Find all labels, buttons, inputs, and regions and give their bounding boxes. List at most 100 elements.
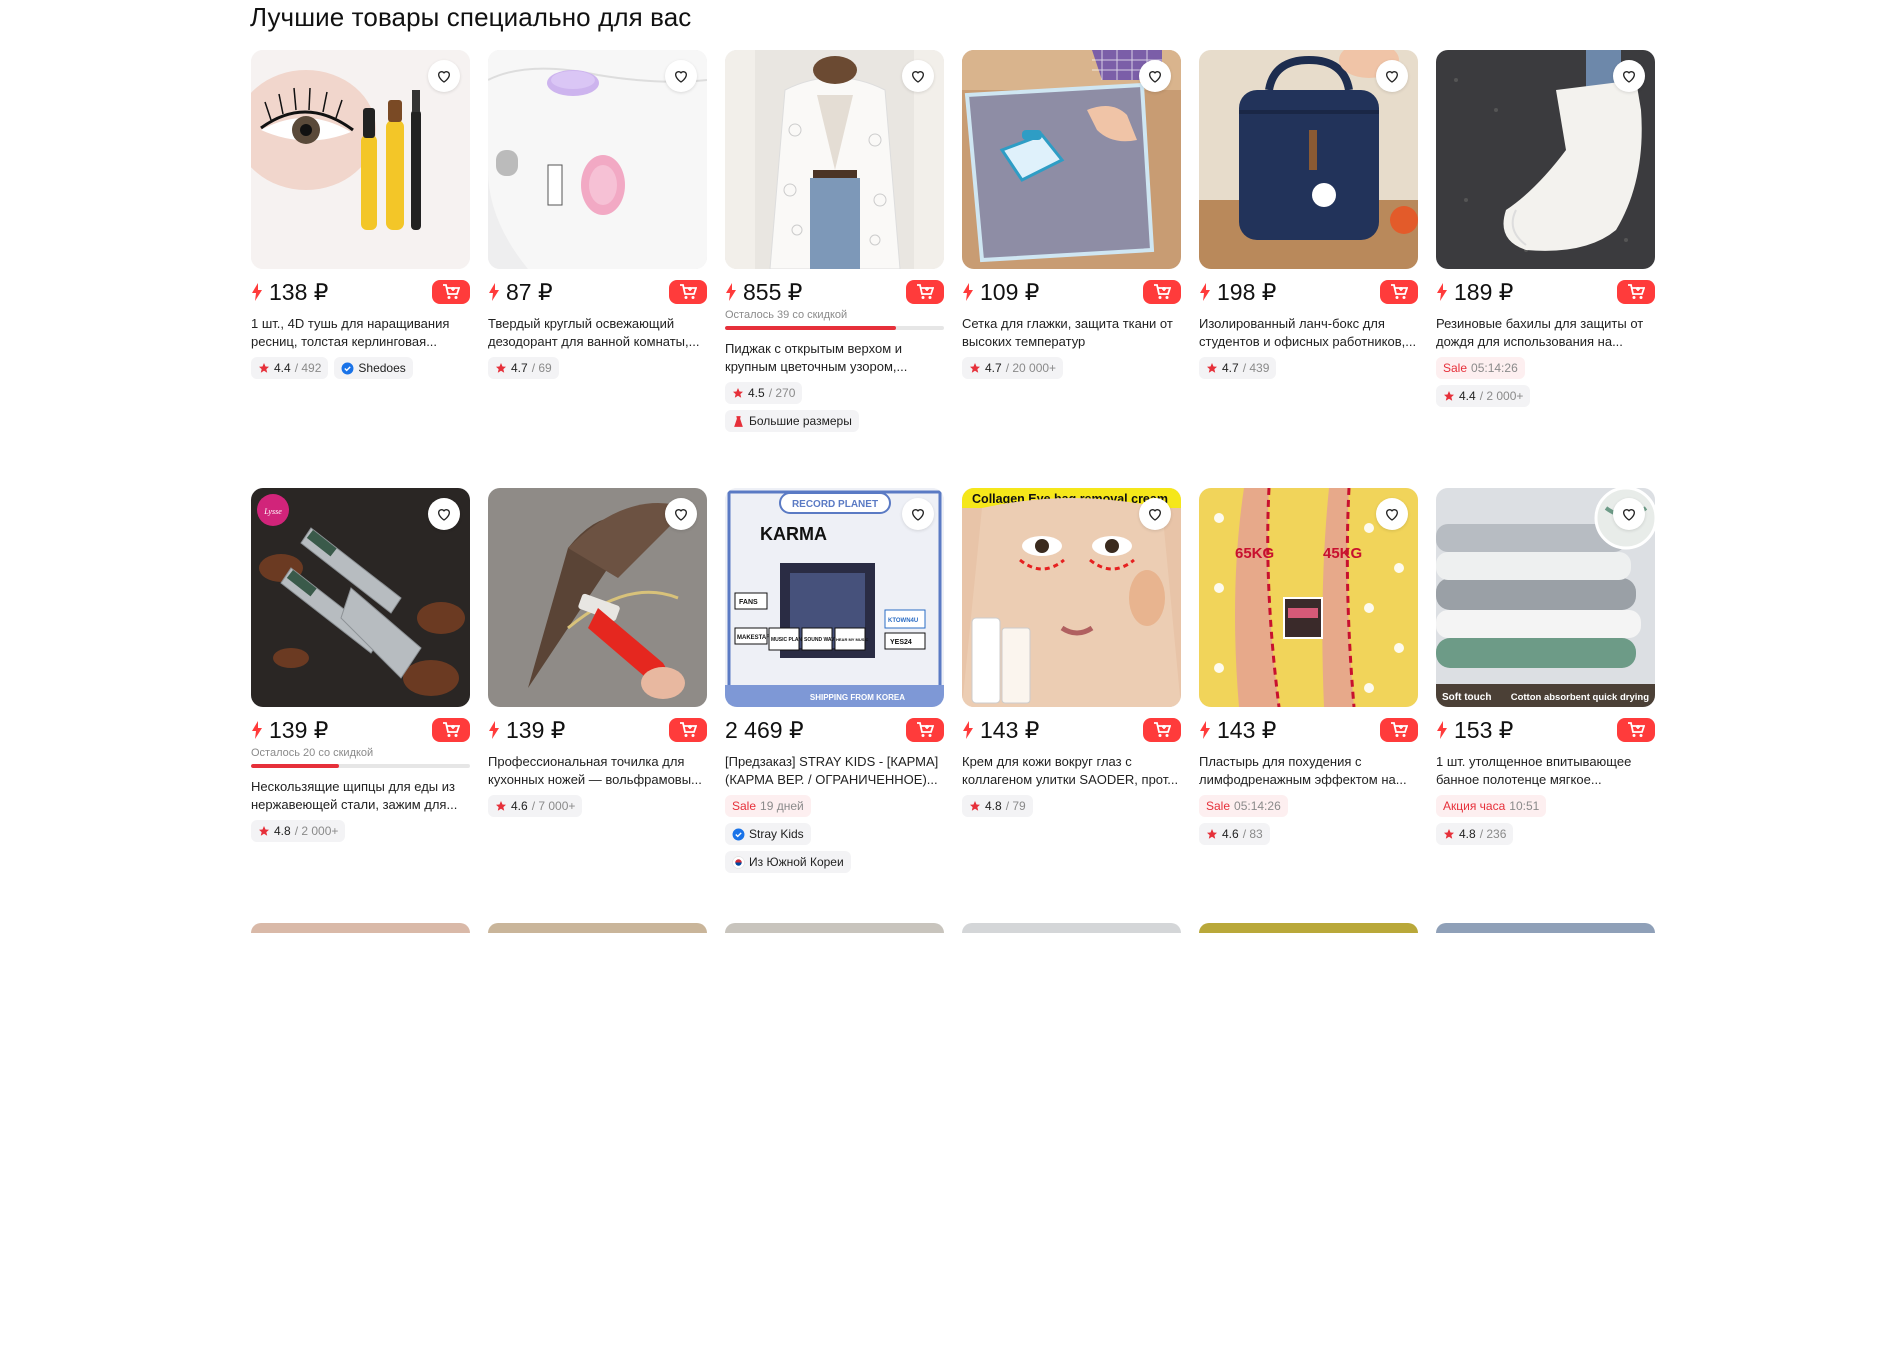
product-title[interactable]: Изолированный ланч-бокс для студентов и …	[1199, 315, 1418, 351]
partner-logo: HEAR MY MUSIC	[836, 637, 868, 642]
price: 139 ₽	[506, 716, 566, 743]
product-title[interactable]: 1 шт. утолщенное впитывающее банное поло…	[1436, 753, 1655, 789]
lightning-icon	[963, 283, 973, 301]
rating-chip: 4.6/ 83	[1199, 823, 1270, 845]
favorite-button[interactable]	[1613, 498, 1645, 530]
product-image-peek[interactable]	[488, 923, 707, 933]
stock-bar	[251, 764, 470, 768]
product-card[interactable]: 189 ₽ Резиновые бахилы для защиты от дож…	[1436, 50, 1655, 488]
add-to-cart-button[interactable]	[669, 718, 707, 742]
seller-chip[interactable]: Stray Kids	[725, 823, 811, 845]
add-to-cart-button[interactable]	[1380, 280, 1418, 304]
favorite-button[interactable]	[902, 60, 934, 92]
favorite-button[interactable]	[665, 498, 697, 530]
product-image[interactable]: 65KG 45KG	[1199, 488, 1418, 707]
product-image[interactable]: RECORD PLANET KARMA FANS MAKESTAR MUSIC …	[725, 488, 944, 707]
partner-logo: YES24	[890, 639, 912, 646]
product-image[interactable]	[251, 50, 470, 269]
origin-chip: Из Южной Кореи	[725, 851, 851, 873]
product-title[interactable]: Пластырь для похудения с лимфодренажным …	[1199, 753, 1418, 789]
star-icon	[1444, 391, 1454, 401]
add-to-cart-button[interactable]	[1143, 718, 1181, 742]
product-card[interactable]: 855 ₽ Осталось 39 со скидкой Пиджак с от…	[725, 50, 944, 488]
cart-icon	[1391, 722, 1408, 737]
heart-icon	[1148, 509, 1162, 521]
product-image-peek[interactable]	[962, 923, 1181, 933]
rating-chip: 4.7/ 439	[1199, 357, 1277, 379]
album-title-art: KARMA	[760, 524, 827, 544]
lightning-icon	[1200, 283, 1210, 301]
product-title[interactable]: Крем для кожи вокруг глаз с коллагеном у…	[962, 753, 1181, 789]
favorite-button[interactable]	[428, 60, 460, 92]
product-image[interactable]	[1199, 50, 1418, 269]
lightning-icon	[252, 721, 262, 739]
rating-chip: 4.7/ 69	[488, 357, 559, 379]
plus-size-chip[interactable]: Большие размеры	[725, 410, 859, 432]
add-to-cart-button[interactable]	[906, 718, 944, 742]
add-to-cart-button[interactable]	[1143, 280, 1181, 304]
favorite-button[interactable]	[1139, 60, 1171, 92]
product-title[interactable]: Пиджак с открытым верхом и крупным цвето…	[725, 340, 944, 376]
add-to-cart-button[interactable]	[1380, 718, 1418, 742]
lightning-icon	[252, 283, 262, 301]
price: 109 ₽	[980, 278, 1040, 305]
product-image[interactable]	[725, 50, 944, 269]
product-image-peek[interactable]	[251, 923, 470, 933]
product-card[interactable]: 198 ₽ Изолированный ланч-бокс для студен…	[1199, 50, 1418, 488]
verified-check-icon	[732, 828, 745, 840]
add-to-cart-button[interactable]	[432, 280, 470, 304]
product-title[interactable]: 1 шт., 4D тушь для наращивания ресниц, т…	[251, 315, 470, 351]
favorite-button[interactable]	[665, 60, 697, 92]
product-title[interactable]: Твердый круглый освежающий дезодорант дл…	[488, 315, 707, 351]
product-image[interactable]	[488, 488, 707, 707]
star-icon	[970, 363, 980, 373]
add-to-cart-button[interactable]	[669, 280, 707, 304]
add-to-cart-button[interactable]	[1617, 280, 1655, 304]
product-card[interactable]: 109 ₽ Сетка для глажки, защита ткани от …	[962, 50, 1181, 488]
product-title[interactable]: Нескользящие щипцы для еды из нержавеюще…	[251, 778, 470, 814]
product-image[interactable]: Soft touch Cotton absorbent quick drying	[1436, 488, 1655, 707]
add-to-cart-button[interactable]	[906, 280, 944, 304]
heart-icon	[911, 71, 925, 83]
product-image[interactable]	[962, 50, 1181, 269]
product-card[interactable]: Lysse 139 ₽ Осталось 20 со скидкой Неско…	[251, 488, 470, 926]
stock-label: Осталось 20 со скидкой	[251, 747, 374, 759]
product-title[interactable]: [Предзаказ] STRAY KIDS - [КАРМА] (КАРМА …	[725, 753, 944, 789]
product-card[interactable]: 139 ₽ Профессиональная точилка для кухон…	[488, 488, 707, 926]
lightning-icon	[1200, 721, 1210, 739]
product-image[interactable]	[1436, 50, 1655, 269]
product-image[interactable]: Lysse	[251, 488, 470, 707]
partner-logo: KTOWN4U	[888, 618, 918, 624]
product-card[interactable]: RECORD PLANET KARMA FANS MAKESTAR MUSIC …	[725, 488, 944, 926]
product-image-peek[interactable]	[1436, 923, 1655, 933]
product-card[interactable]: 138 ₽ 1 шт., 4D тушь для наращивания рес…	[251, 50, 470, 488]
price: 189 ₽	[1454, 278, 1514, 305]
lightning-icon	[726, 283, 736, 301]
cart-icon	[1154, 284, 1171, 299]
product-title[interactable]: Сетка для глажки, защита ткани от высоки…	[962, 315, 1181, 351]
product-image-peek[interactable]	[725, 923, 944, 933]
product-image-peek[interactable]	[1199, 923, 1418, 933]
rating-chip: 4.8/ 79	[962, 795, 1033, 817]
partner-logo: MUSIC PLANT	[771, 637, 805, 643]
favorite-button[interactable]	[1613, 60, 1645, 92]
seller-chip[interactable]: Shedoes	[334, 357, 413, 379]
favorite-button[interactable]	[428, 498, 460, 530]
product-card[interactable]: Soft touch Cotton absorbent quick drying…	[1436, 488, 1655, 926]
product-title[interactable]: Резиновые бахилы для защиты от дождя для…	[1436, 315, 1655, 351]
cart-icon	[443, 284, 460, 299]
cart-icon	[917, 284, 934, 299]
favorite-button[interactable]	[902, 498, 934, 530]
product-title[interactable]: Профессиональная точилка для кухонных но…	[488, 753, 707, 789]
lightning-icon	[1437, 283, 1447, 301]
favorite-button[interactable]	[1376, 60, 1408, 92]
add-to-cart-button[interactable]	[1617, 718, 1655, 742]
product-image[interactable]	[488, 50, 707, 269]
product-card[interactable]: 87 ₽ Твердый круглый освежающий дезодора…	[488, 50, 707, 488]
add-to-cart-button[interactable]	[432, 718, 470, 742]
favorite-button[interactable]	[1139, 498, 1171, 530]
product-card[interactable]: 65KG 45KG 143 ₽ Пластырь для похудения с…	[1199, 488, 1418, 926]
favorite-button[interactable]	[1376, 498, 1408, 530]
product-image[interactable]: Collagen Eye bag removal cream	[962, 488, 1181, 707]
product-card[interactable]: Collagen Eye bag removal cream 143 ₽ Кре…	[962, 488, 1181, 926]
